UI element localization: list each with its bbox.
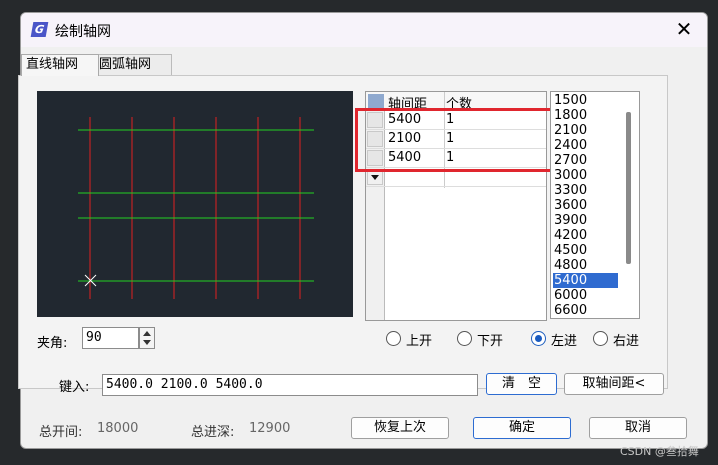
vertical-axis-lines [89, 117, 301, 299]
spacing-list-item[interactable]: 6600 [553, 303, 618, 318]
spacing-value-list[interactable]: 1500 1800 2100 2400 2700 3000 3300 3600 3900 4200… [550, 91, 640, 319]
input-label: 键入: [59, 380, 90, 395]
list-scrollbar[interactable] [626, 112, 631, 264]
angle-spinner[interactable] [139, 327, 155, 349]
tab-straight-grid[interactable]: 直线轴网 [21, 54, 99, 76]
radio-up-open-label: 上开 [406, 334, 433, 349]
total-width-value: 18000 [97, 421, 139, 436]
total-depth-value: 12900 [249, 421, 291, 436]
spacing-list-item[interactable]: 4200 [553, 228, 618, 243]
spacing-list-item[interactable]: 4500 [553, 243, 618, 258]
spacing-list-item[interactable]: 5400 [553, 273, 618, 288]
dialog-title: 绘制轴网 [55, 24, 111, 40]
radio-down-open[interactable] [457, 331, 472, 346]
angle-input[interactable]: 90 [82, 327, 139, 349]
watermark: CSDN @叁拾舞 [620, 445, 699, 458]
app-logo-icon: G [30, 22, 49, 37]
clear-button[interactable]: 清 空 [486, 373, 557, 395]
close-icon[interactable]: ✕ [673, 19, 695, 41]
radio-left-depth-label: 左进 [551, 334, 578, 349]
grid-preview-canvas [37, 91, 353, 317]
radio-right-depth[interactable] [593, 331, 608, 346]
highlight-annotation-box [355, 108, 556, 172]
spacing-list-item[interactable]: 3000 [553, 168, 618, 183]
total-depth-label: 总进深: [191, 425, 235, 440]
title-bar: G 绘制轴网 ✕ [21, 13, 707, 47]
table-corner[interactable] [368, 94, 384, 108]
restore-last-button[interactable]: 恢复上次 [351, 417, 449, 439]
spacing-text-input[interactable]: 5400.0 2100.0 5400.0 [102, 374, 478, 396]
tab-arc-grid[interactable]: 圆弧轴网 [94, 54, 172, 76]
spinner-up-icon[interactable] [143, 331, 151, 336]
spacing-list-item[interactable]: 2400 [553, 138, 618, 153]
pick-spacing-button[interactable]: 取轴间距< [564, 373, 664, 395]
angle-label: 夹角: [37, 336, 68, 351]
ok-button[interactable]: 确定 [473, 417, 571, 439]
spacing-list-item[interactable]: 4800 [553, 258, 618, 273]
radio-up-open[interactable] [386, 331, 401, 346]
horizontal-axis-lines [78, 129, 314, 282]
spacing-list-item[interactable]: 6000 [553, 288, 618, 303]
radio-down-open-label: 下开 [477, 334, 504, 349]
spacing-list-item[interactable]: 2700 [553, 153, 618, 168]
spacing-list-item[interactable]: 1800 [553, 108, 618, 123]
radio-right-depth-label: 右进 [613, 334, 640, 349]
spacing-list-item[interactable]: 1500 [553, 93, 618, 108]
spacing-list-item[interactable]: 2100 [553, 123, 618, 138]
radio-left-depth[interactable] [531, 331, 546, 346]
spacing-list-item[interactable]: 3300 [553, 183, 618, 198]
spinner-down-icon[interactable] [143, 340, 151, 345]
cancel-button[interactable]: 取消 [589, 417, 687, 439]
spacing-list-item[interactable]: 3600 [553, 198, 618, 213]
spacing-list-item[interactable]: 3900 [553, 213, 618, 228]
total-width-label: 总开间: [39, 425, 83, 440]
